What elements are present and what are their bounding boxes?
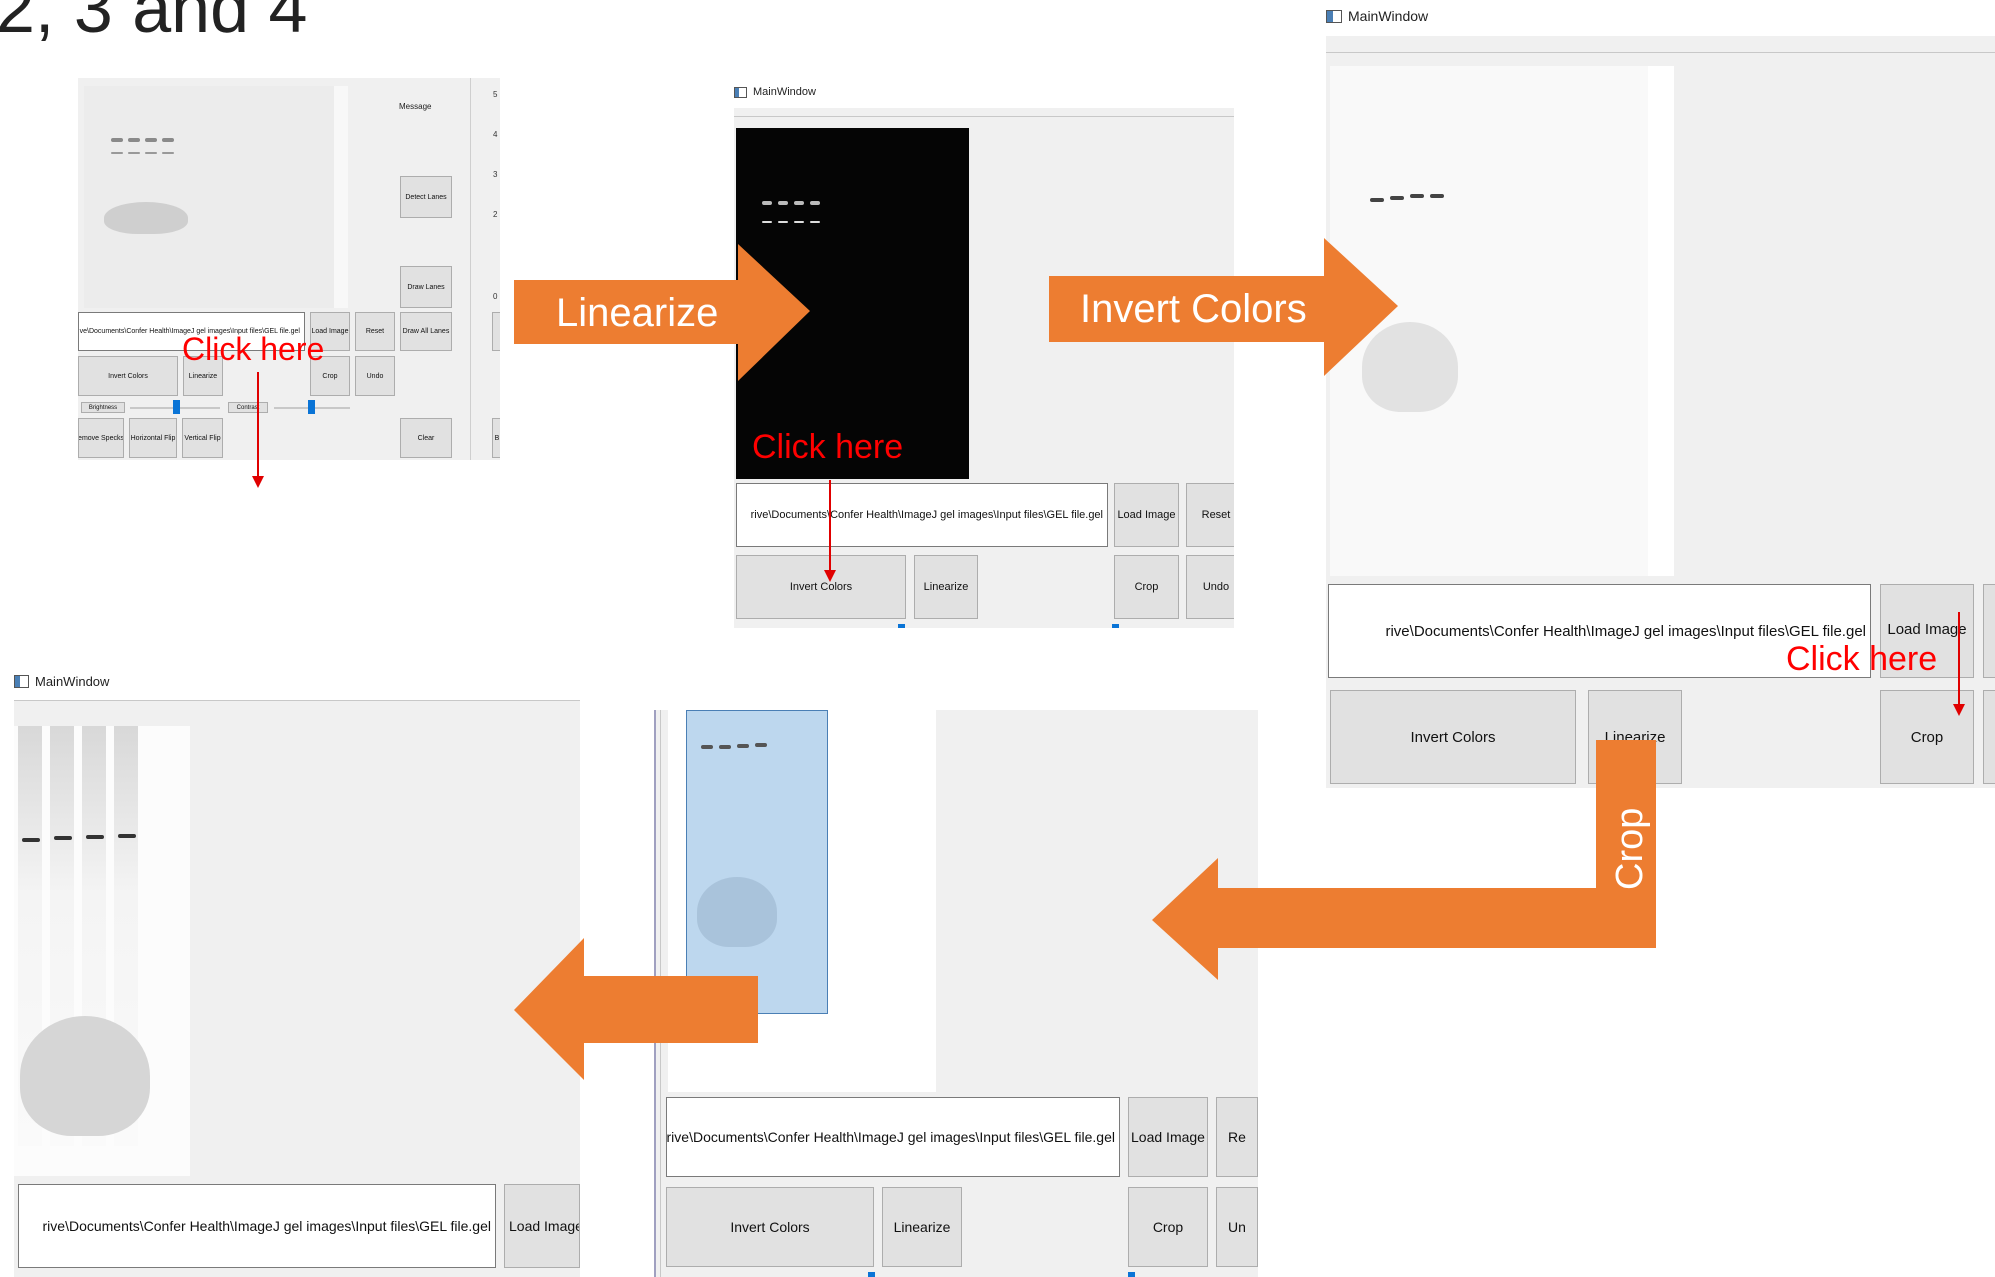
annotation-arrows: Linearize Invert Colors Crop bbox=[514, 238, 1656, 1080]
crop-arrow-label: Crop bbox=[1609, 808, 1651, 890]
invert-colors-arrow-label: Invert Colors bbox=[1080, 287, 1307, 331]
result-arrow bbox=[514, 938, 758, 1080]
linearize-arrow-label: Linearize bbox=[556, 291, 718, 335]
crop-arrow bbox=[1152, 740, 1656, 980]
